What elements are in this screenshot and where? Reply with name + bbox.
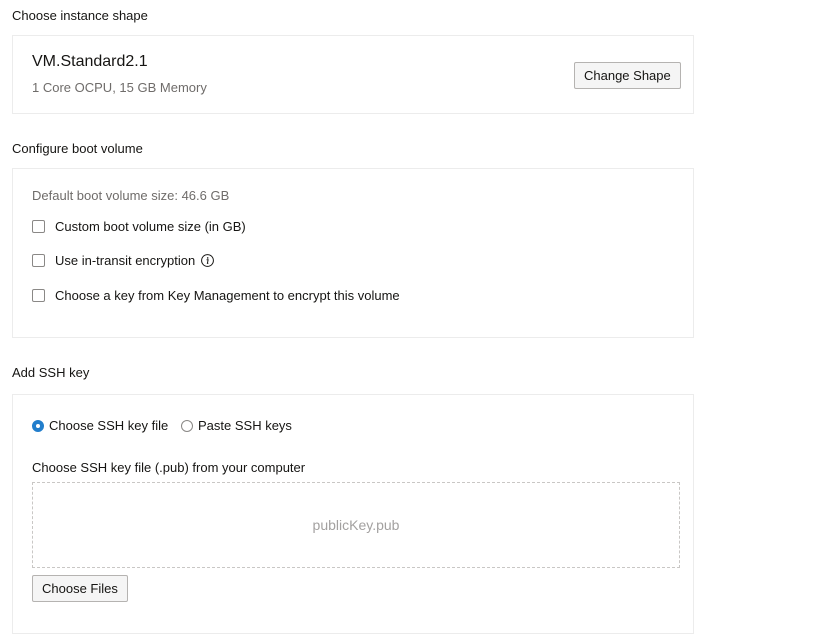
custom-boot-size-checkbox[interactable]	[32, 220, 45, 233]
in-transit-encryption-option[interactable]: Use in-transit encryption	[32, 253, 215, 268]
shape-section-title: Choose instance shape	[12, 8, 148, 23]
boot-panel: Default boot volume size: 46.6 GB Custom…	[12, 168, 694, 338]
radio-choose-ssh-file-button[interactable]	[32, 419, 44, 432]
choose-files-button[interactable]: Choose Files	[32, 575, 128, 602]
dropzone-filename: publicKey.pub	[312, 517, 400, 533]
custom-boot-size-option[interactable]: Custom boot volume size (in GB)	[32, 219, 246, 234]
info-icon[interactable]	[201, 254, 215, 267]
radio-paste-ssh-keys-button[interactable]	[181, 419, 193, 432]
shape-name: VM.Standard2.1	[32, 53, 148, 70]
shape-description: 1 Core OCPU, 15 GB Memory	[32, 80, 207, 95]
boot-section-title: Configure boot volume	[12, 141, 143, 156]
ssh-panel: Choose SSH key file Paste SSH keys Choos…	[12, 394, 694, 634]
key-management-label: Choose a key from Key Management to encr…	[55, 288, 400, 303]
radio-paste-ssh-keys-label: Paste SSH keys	[198, 418, 292, 433]
in-transit-encryption-label: Use in-transit encryption	[55, 253, 196, 268]
key-management-checkbox[interactable]	[32, 289, 45, 302]
radio-paste-ssh-keys[interactable]: Paste SSH keys	[181, 418, 292, 433]
default-boot-size: Default boot volume size: 46.6 GB	[32, 188, 230, 203]
key-management-option[interactable]: Choose a key from Key Management to encr…	[32, 288, 400, 303]
ssh-file-label: Choose SSH key file (.pub) from your com…	[32, 460, 306, 475]
in-transit-encryption-checkbox[interactable]	[32, 254, 45, 267]
custom-boot-size-label: Custom boot volume size (in GB)	[55, 219, 246, 234]
shape-panel: VM.Standard2.1 1 Core OCPU, 15 GB Memory…	[12, 35, 694, 114]
ssh-section-title: Add SSH key	[12, 365, 90, 380]
radio-choose-ssh-file-label: Choose SSH key file	[49, 418, 169, 433]
radio-choose-ssh-file[interactable]: Choose SSH key file	[32, 418, 168, 433]
ssh-file-dropzone[interactable]: publicKey.pub	[32, 482, 680, 568]
change-shape-button[interactable]: Change Shape	[574, 62, 681, 89]
